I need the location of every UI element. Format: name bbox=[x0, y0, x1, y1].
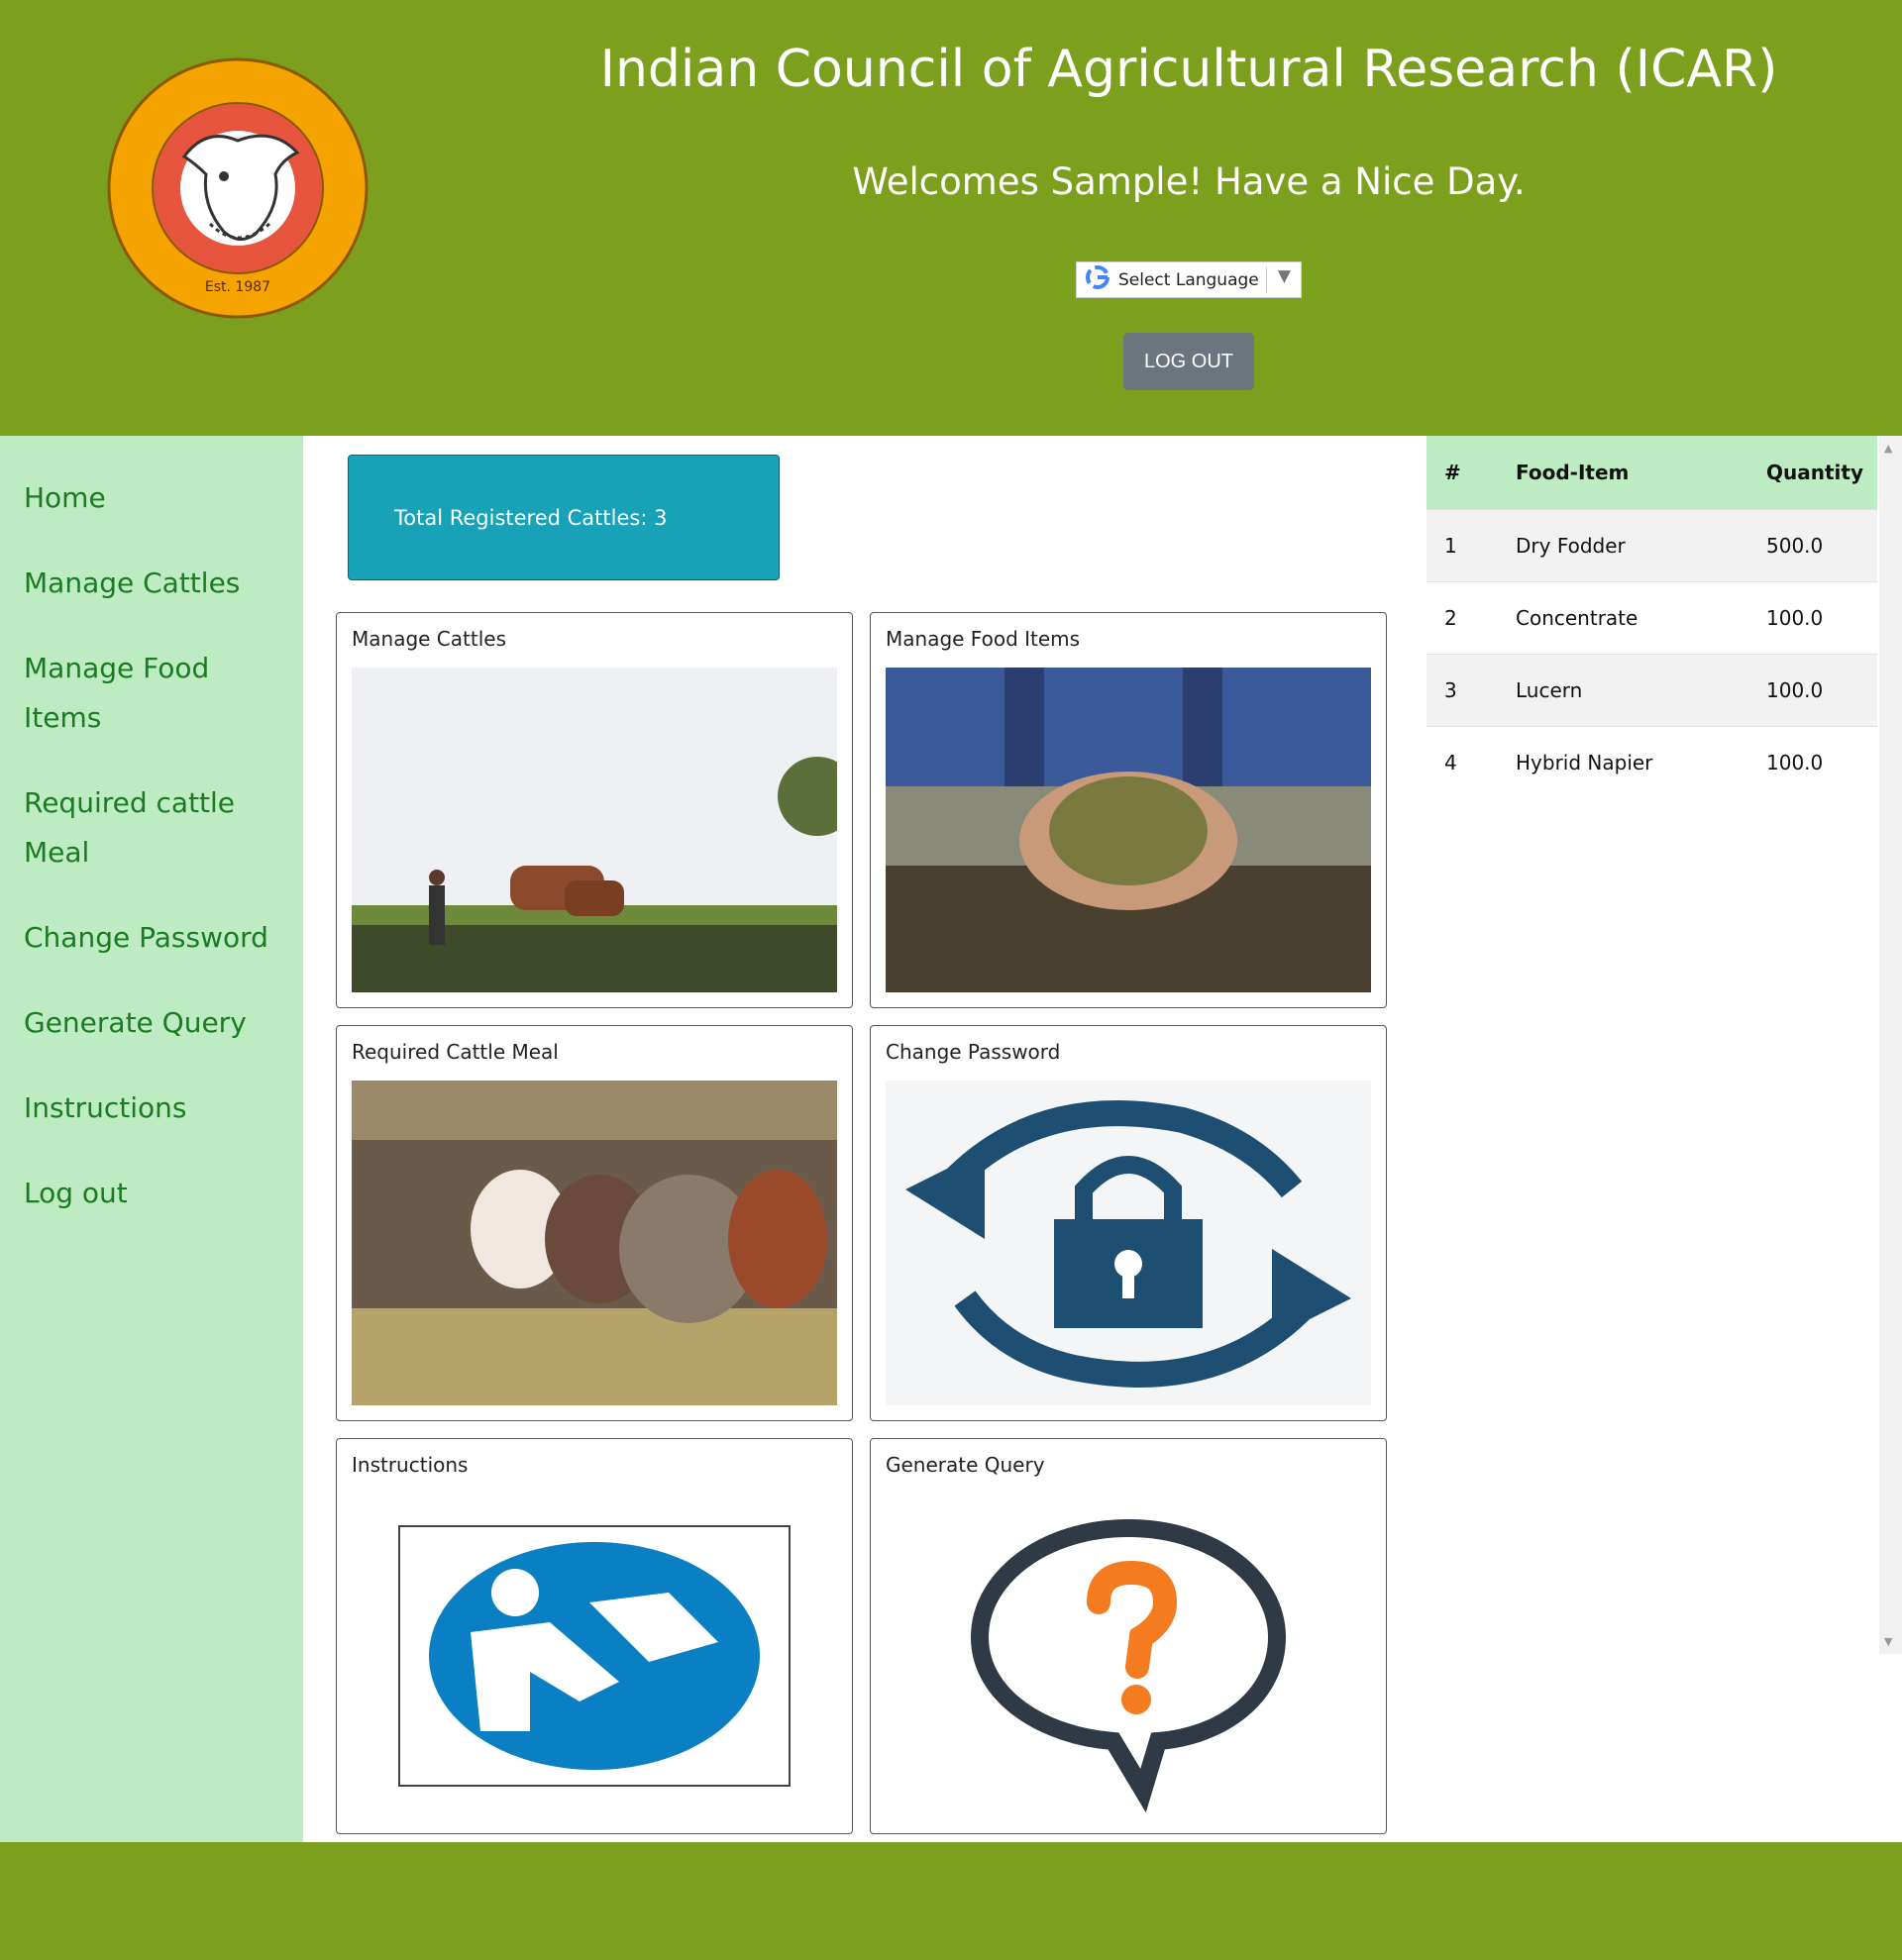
card-title: Manage Food Items bbox=[886, 627, 1081, 651]
question-speech-bubble-icon bbox=[886, 1494, 1371, 1818]
card-change-password[interactable]: Change Password bbox=[870, 1025, 1387, 1421]
sidebar-item-home[interactable]: Home bbox=[0, 456, 303, 541]
language-select-divider bbox=[1266, 267, 1267, 293]
read-manual-icon bbox=[352, 1494, 837, 1818]
table-header-row: # Food-Item Quantity bbox=[1426, 436, 1877, 509]
sidebar-item-manage-cattles[interactable]: Manage Cattles bbox=[0, 541, 303, 626]
card-title: Instructions bbox=[352, 1453, 469, 1477]
header: Est. 1987 Indian Council of Agricultural… bbox=[0, 0, 1902, 436]
card-manage-cattles[interactable]: Manage Cattles bbox=[336, 612, 853, 1008]
row-number: 2 bbox=[1426, 580, 1516, 654]
card-title: Change Password bbox=[886, 1040, 1061, 1064]
food-item-name: Hybrid Napier bbox=[1516, 725, 1766, 798]
column-header-quantity: Quantity bbox=[1766, 436, 1877, 509]
food-item-name: Lucern bbox=[1516, 653, 1766, 726]
welcome-message: Welcomes Sample! Have a Nice Day. bbox=[852, 160, 1526, 203]
footer bbox=[0, 1842, 1902, 1960]
sidebar-item-generate-query[interactable]: Generate Query bbox=[0, 980, 303, 1066]
food-item-quantity: 500.0 bbox=[1766, 508, 1877, 581]
row-number: 3 bbox=[1426, 653, 1516, 726]
row-number: 4 bbox=[1426, 725, 1516, 798]
card-title: Generate Query bbox=[886, 1453, 1045, 1477]
sidebar-item-manage-food-items[interactable]: Manage Food Items bbox=[0, 626, 303, 761]
logo-established-text: Est. 1987 bbox=[205, 279, 270, 295]
logout-button[interactable]: LOG OUT bbox=[1123, 333, 1254, 390]
sidebar-item-change-password[interactable]: Change Password bbox=[0, 895, 303, 980]
table-row: 2 Concentrate 100.0 bbox=[1426, 580, 1877, 654]
total-cattles-label: Total Registered Cattles: 3 bbox=[394, 505, 668, 530]
icar-circ-logo: Est. 1987 bbox=[107, 57, 369, 319]
farmer-ploughing-photo bbox=[352, 668, 837, 992]
food-item-quantity: 100.0 bbox=[1766, 653, 1877, 726]
sidebar-item-instructions[interactable]: Instructions bbox=[0, 1066, 303, 1151]
cattle-feed-pellets-photo bbox=[886, 668, 1371, 992]
food-item-name: Dry Fodder bbox=[1516, 508, 1766, 581]
card-title: Required Cattle Meal bbox=[352, 1040, 559, 1064]
sidebar-item-log-out[interactable]: Log out bbox=[0, 1151, 303, 1236]
food-item-name: Concentrate bbox=[1516, 580, 1766, 654]
card-required-cattle-meal[interactable]: Required Cattle Meal bbox=[336, 1025, 853, 1421]
table-scrollbar[interactable]: ▲ ▼ bbox=[1879, 436, 1902, 1654]
table-row: 1 Dry Fodder 500.0 bbox=[1426, 508, 1877, 581]
scroll-down-arrow-icon[interactable]: ▼ bbox=[1884, 1635, 1892, 1648]
cows-eating-fodder-photo bbox=[352, 1081, 837, 1405]
food-items-table: # Food-Item Quantity 1 Dry Fodder 500.0 … bbox=[1426, 436, 1877, 798]
column-header-food-item: Food-Item bbox=[1516, 436, 1766, 509]
column-header-number: # bbox=[1426, 436, 1516, 509]
sidebar-item-required-cattle-meal[interactable]: Required cattle Meal bbox=[0, 761, 303, 895]
card-generate-query[interactable]: Generate Query bbox=[870, 1438, 1387, 1834]
google-g-icon bbox=[1083, 264, 1112, 296]
page-title: Indian Council of Agricultural Research … bbox=[599, 40, 1778, 99]
language-select-label: Select Language bbox=[1118, 269, 1259, 290]
row-number: 1 bbox=[1426, 508, 1516, 581]
language-select[interactable]: Select Language ▼ bbox=[1076, 261, 1302, 298]
card-instructions[interactable]: Instructions bbox=[336, 1438, 853, 1834]
chevron-down-icon[interactable]: ▼ bbox=[1278, 266, 1291, 286]
table-row: 4 Hybrid Napier 100.0 bbox=[1426, 725, 1877, 798]
sidebar: Home Manage Cattles Manage Food Items Re… bbox=[0, 436, 303, 1842]
food-item-quantity: 100.0 bbox=[1766, 725, 1877, 798]
card-title: Manage Cattles bbox=[352, 627, 506, 651]
card-manage-food-items[interactable]: Manage Food Items bbox=[870, 612, 1387, 1008]
table-row: 3 Lucern 100.0 bbox=[1426, 653, 1877, 726]
lock-with-arrows-icon bbox=[886, 1081, 1371, 1405]
total-cattles-stat: Total Registered Cattles: 3 bbox=[348, 455, 780, 580]
scroll-up-arrow-icon[interactable]: ▲ bbox=[1884, 442, 1892, 455]
food-item-quantity: 100.0 bbox=[1766, 580, 1877, 654]
